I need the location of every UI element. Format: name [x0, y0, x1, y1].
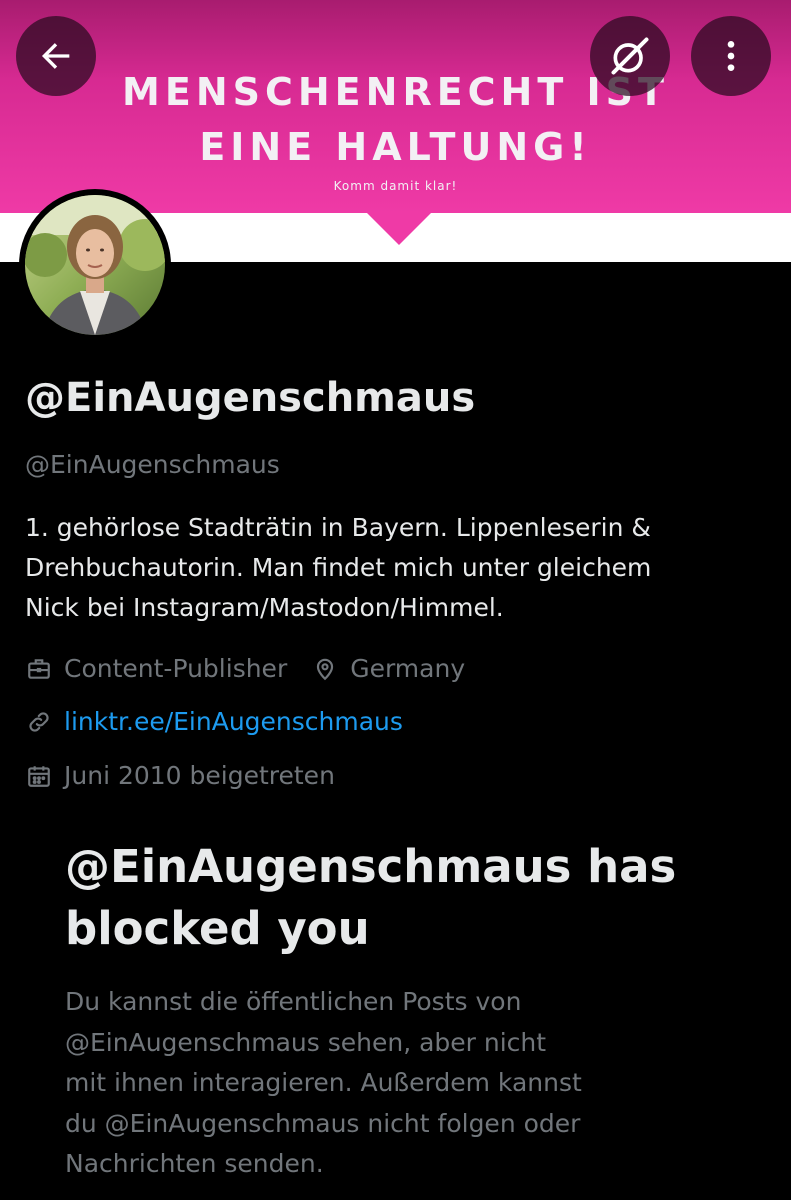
profile-category: Content-Publisher [64, 654, 288, 683]
profile-bio: 1. gehörlose Stadträtin in Bayern. Lippe… [25, 508, 775, 628]
blocked-notice-title: @EinAugenschmaus has blocked you [65, 836, 755, 960]
profile-meta-category-location: Content-Publisher Germany [25, 654, 465, 683]
bio-line: 1. gehörlose Stadträtin in Bayern. Lippe… [25, 513, 651, 542]
link-icon [25, 708, 52, 735]
banner-text-line3: Komm damit klar! [333, 179, 458, 193]
location-pin-icon [311, 655, 338, 682]
blocked-desc-line: @EinAugenschmaus sehen, aber nicht [65, 1027, 547, 1057]
profile-meta-link[interactable]: linktr.ee/EinAugenschmaus [25, 707, 403, 736]
bio-line: Drehbuchautorin. Man findet mich unter g… [25, 553, 652, 582]
blocked-desc-line: mit ihnen interagieren. Außerdem kannst [65, 1068, 582, 1097]
calendar-icon [25, 762, 52, 789]
back-button[interactable] [16, 16, 96, 96]
arrow-left-icon [41, 43, 70, 69]
grok-icon [611, 37, 649, 75]
profile-display-name: @EinAugenschmaus [25, 375, 476, 421]
banner-text-line1: MENSCHENRECHT IST [122, 70, 669, 114]
banner-text-line2: EINE HALTUNG! [199, 125, 592, 169]
blocked-notice-description: Du kannst die öffentlichen Posts von @Ei… [65, 982, 745, 1185]
avatar-photo [25, 195, 165, 335]
blocked-title-line: blocked you [65, 902, 370, 955]
blocked-desc-line: Nachrichten senden. [65, 1149, 324, 1178]
more-options-button[interactable] [691, 16, 771, 96]
profile-meta-joined: Juni 2010 beigetreten [25, 761, 335, 790]
banner-notch [366, 212, 432, 245]
blocked-desc-line: Du kannst die öffentlichen Posts von [65, 987, 522, 1016]
profile-joined-date: Juni 2010 beigetreten [64, 761, 335, 790]
avatar[interactable] [19, 189, 171, 341]
blocked-desc-line: du @EinAugenschmaus nicht folgen oder [65, 1108, 581, 1138]
bio-line: Nick bei Instagram/Mastodon/Himmel. [25, 593, 504, 622]
profile-location: Germany [350, 654, 466, 683]
profile-handle: @EinAugenschmaus [25, 450, 280, 479]
briefcase-icon [25, 655, 52, 682]
blocked-title-line: @EinAugenschmaus has [65, 840, 677, 893]
more-vertical-icon [727, 41, 735, 71]
profile-website-link[interactable]: linktr.ee/EinAugenschmaus [64, 707, 403, 736]
grok-button[interactable] [590, 16, 670, 96]
